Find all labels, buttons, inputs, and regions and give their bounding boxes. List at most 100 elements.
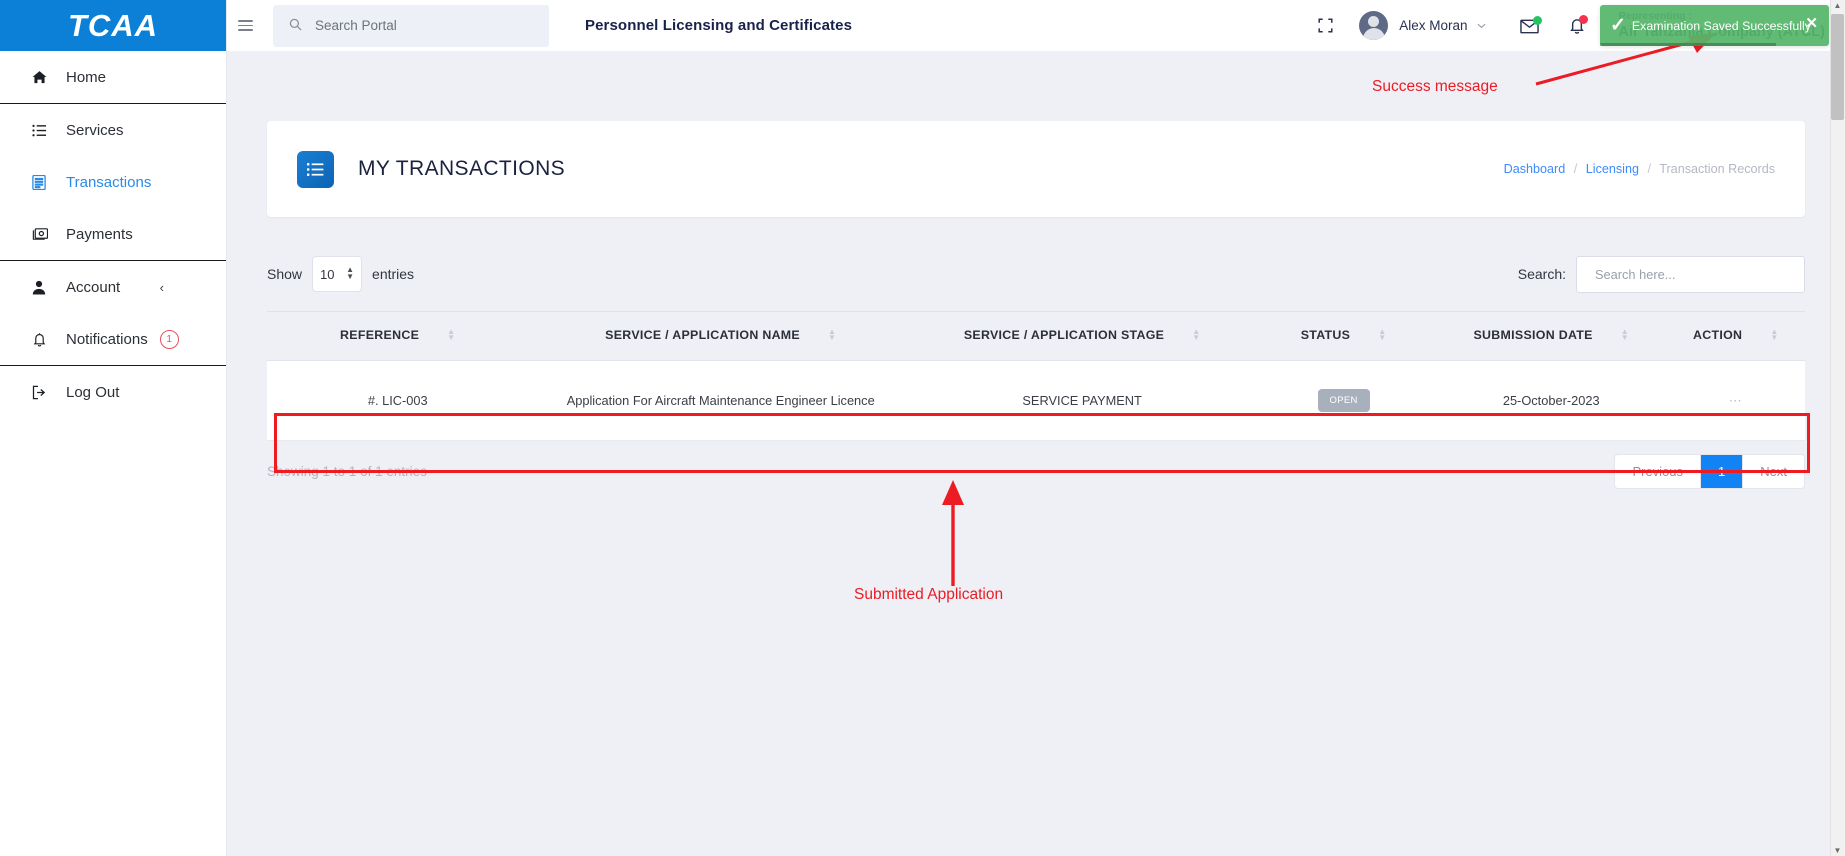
column-label: SERVICE / APPLICATION STAGE <box>963 328 1165 342</box>
cell-stage: SERVICE PAYMENT <box>912 360 1252 441</box>
close-icon[interactable]: ✕ <box>1805 14 1818 32</box>
sidebar-item-label: Payments <box>66 225 133 243</box>
sidebar-item-logout[interactable]: Log Out <box>0 366 226 418</box>
column-label: SUBMISSION DATE <box>1473 328 1593 342</box>
column-header-status[interactable]: STATUS ▲ ▼ <box>1251 311 1436 361</box>
sidebar-item-label: Services <box>66 121 124 139</box>
table-header-row: REFERENCE ▲ ▼ SERVICE / APPLICATION NAME … <box>267 311 1805 361</box>
notification-count-badge: 1 <box>159 329 179 349</box>
sidebar-group-2: Services Transactions Payments <box>0 104 226 261</box>
annotation-submitted-application: Submitted Application <box>854 586 1004 603</box>
sort-icon[interactable]: ▲ ▼ <box>1770 328 1778 342</box>
breadcrumb-item-licensing[interactable]: Licensing <box>1586 162 1639 176</box>
table-body: #. LIC-003 Application For Aircraft Main… <box>267 360 1805 441</box>
avatar[interactable] <box>1359 11 1389 40</box>
annotation-success-message: Success message <box>1372 78 1498 95</box>
person-icon <box>28 276 50 298</box>
entries-per-page-select[interactable]: 10 ▲ ▼ <box>312 256 363 292</box>
check-icon: ✓ <box>1610 15 1626 36</box>
brand-logo[interactable]: TCAA <box>0 0 226 51</box>
row-actions-menu-icon[interactable]: ⋯ <box>1729 393 1743 408</box>
sidebar-group-3: Account ‹ Notifications 1 <box>0 261 226 366</box>
sort-icon[interactable]: ▲ ▼ <box>828 328 836 342</box>
chevron-left-icon: ‹ <box>159 279 164 295</box>
search-input[interactable]: Search Portal <box>273 4 549 47</box>
sidebar-item-label: Notifications <box>66 330 148 348</box>
column-label: SERVICE / APPLICATION NAME <box>605 328 800 342</box>
sort-icon[interactable]: ▲ ▼ <box>1378 328 1386 342</box>
pagination-next[interactable]: Next <box>1743 455 1804 488</box>
main-content: MY TRANSACTIONS Dashboard / Licensing / … <box>227 51 1845 856</box>
column-label: REFERENCE <box>340 328 420 342</box>
sort-icon[interactable]: ▲ ▼ <box>447 328 455 342</box>
scrollbar-thumb[interactable] <box>1831 14 1844 120</box>
cell-service-name: Application For Aircraft Maintenance Eng… <box>528 360 913 441</box>
sidebar-item-payments[interactable]: Payments <box>0 208 226 260</box>
sort-icon[interactable]: ▲ ▼ <box>1621 328 1629 342</box>
bell-icon[interactable] <box>1569 15 1588 34</box>
money-card-icon <box>28 223 50 245</box>
page-title: Personnel Licensing and Certificates <box>585 17 853 34</box>
column-header-action[interactable]: ACTION ▲ ▼ <box>1666 311 1805 361</box>
list-checklist-icon <box>297 150 334 188</box>
column-label: STATUS <box>1300 328 1351 342</box>
column-header-submission-date[interactable]: SUBMISSION DATE ▲ ▼ <box>1435 311 1667 361</box>
sidebar-item-home[interactable]: Home <box>0 51 226 103</box>
fullscreen-expand-icon[interactable] <box>1318 18 1333 33</box>
list-icon <box>28 119 50 141</box>
table-footer: Showing 1 to 1 of 1 entries Previous 1 N… <box>267 441 1805 501</box>
envelope-icon[interactable] <box>1519 15 1542 34</box>
username-label[interactable]: Alex Moran <box>1399 18 1467 33</box>
toast-progress-bar <box>1600 43 1777 46</box>
logout-icon <box>28 381 50 403</box>
mail-notification-dot <box>1532 15 1542 25</box>
table-search-placeholder: Search here... <box>1595 266 1676 282</box>
document-icon <box>28 171 50 193</box>
scroll-down-arrow-icon[interactable]: ▼ <box>1832 846 1843 855</box>
sort-icon[interactable]: ▲ ▼ <box>1192 328 1200 342</box>
pagination: Previous 1 Next <box>1614 453 1805 489</box>
sidebar-item-services[interactable]: Services <box>0 104 226 156</box>
pagination-page-1[interactable]: 1 <box>1701 454 1744 488</box>
breadcrumb: Dashboard / Licensing / Transaction Reco… <box>1504 162 1775 176</box>
sidebar-group-4: Log Out <box>0 366 226 418</box>
breadcrumb-separator: / <box>1647 162 1651 176</box>
table-row[interactable]: #. LIC-003 Application For Aircraft Main… <box>267 360 1805 441</box>
show-label: Show <box>267 266 303 282</box>
breadcrumb-item-dashboard[interactable]: Dashboard <box>1504 162 1566 176</box>
cell-reference: #. LIC-003 <box>267 360 529 441</box>
toast-message: Examination Saved Successfully <box>1631 18 1811 33</box>
page-card-header: MY TRANSACTIONS Dashboard / Licensing / … <box>267 121 1805 217</box>
sidebar-item-transactions[interactable]: Transactions <box>0 156 226 208</box>
sidebar: TCAA Home Services Transactions Payments… <box>0 0 227 856</box>
pagination-previous[interactable]: Previous <box>1615 454 1702 488</box>
status-badge: OPEN <box>1317 389 1370 412</box>
table-header: REFERENCE ▲ ▼ SERVICE / APPLICATION NAME … <box>267 311 1805 361</box>
sidebar-item-label: Log Out <box>66 383 120 401</box>
column-label: ACTION <box>1693 328 1743 342</box>
breadcrumb-item-current: Transaction Records <box>1659 162 1775 176</box>
sidebar-item-notifications[interactable]: Notifications 1 <box>0 313 226 365</box>
hamburger-menu-icon[interactable] <box>227 17 263 34</box>
chevron-down-icon[interactable] <box>1477 21 1486 31</box>
bell-notification-dot <box>1578 15 1588 24</box>
search-icon <box>289 18 302 34</box>
success-toast[interactable]: ✓ Examination Saved Successfully ✕ <box>1600 5 1829 46</box>
column-header-service-name[interactable]: SERVICE / APPLICATION NAME ▲ ▼ <box>528 311 913 361</box>
cell-submission-date: 25-October-2023 <box>1435 360 1667 441</box>
column-header-stage[interactable]: SERVICE / APPLICATION STAGE ▲ ▼ <box>912 311 1252 361</box>
vertical-scrollbar[interactable]: ▲ ▼ <box>1830 0 1845 856</box>
entries-value: 10 <box>320 266 335 282</box>
column-header-reference[interactable]: REFERENCE ▲ ▼ <box>267 311 529 361</box>
stepper-icon: ▲ ▼ <box>346 265 355 281</box>
table-controls: Show 10 ▲ ▼ entries Search: Search here..… <box>267 237 1805 311</box>
transactions-table-area: Show 10 ▲ ▼ entries Search: Search here..… <box>267 237 1805 501</box>
table-search-input[interactable]: Search here... <box>1576 255 1805 293</box>
brand-name: TCAA <box>67 7 159 43</box>
sidebar-item-label: Account <box>66 278 121 296</box>
entries-info: Showing 1 to 1 of 1 entries <box>267 463 427 479</box>
sidebar-item-account[interactable]: Account ‹ <box>0 261 226 313</box>
sidebar-item-label: Home <box>66 68 107 86</box>
table-search-control: Search: Search here... <box>1518 255 1805 293</box>
scroll-up-arrow-icon[interactable]: ▲ <box>1832 1 1843 10</box>
